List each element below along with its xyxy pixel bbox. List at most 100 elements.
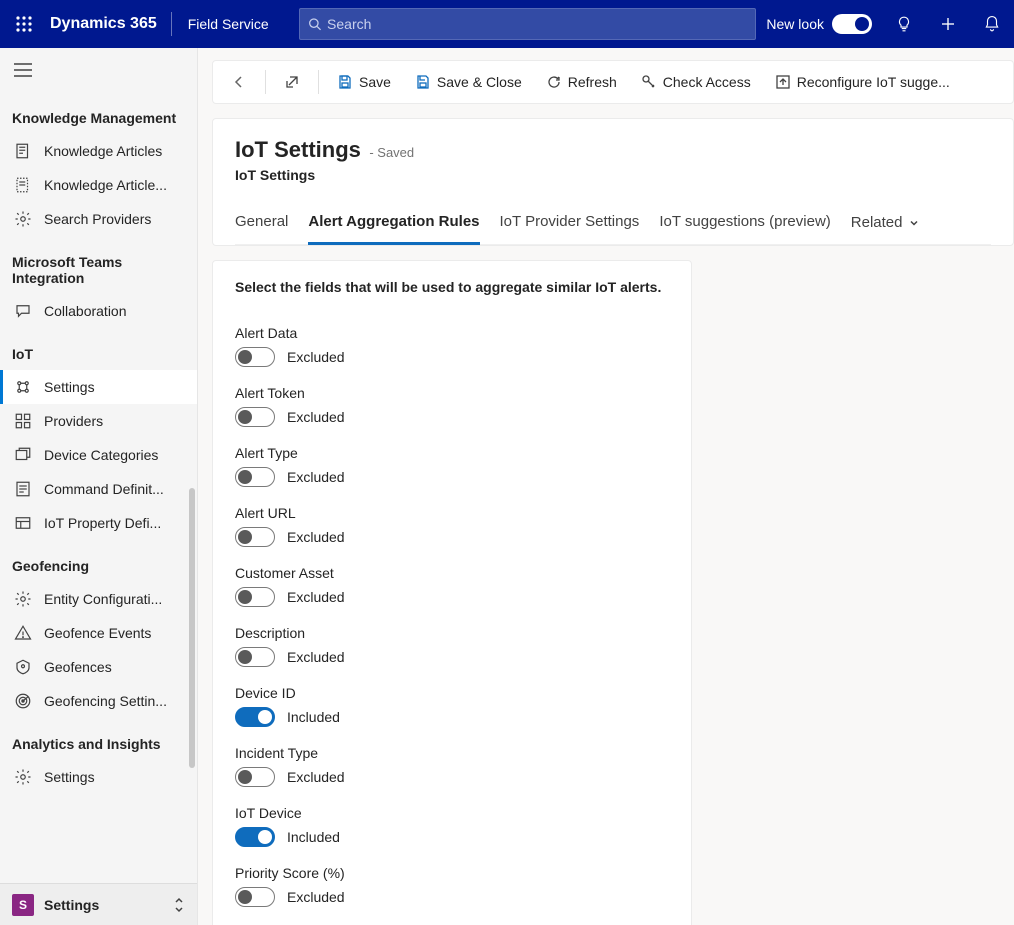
sidebar-section-title: Geofencing [0,540,197,582]
header-right: New look [756,0,1014,48]
sidebar-item[interactable]: Geofence Events [0,616,197,650]
iot-settings-icon [14,378,32,396]
plus-icon [939,15,957,33]
field-toggle[interactable] [235,707,275,727]
save-close-icon [415,74,431,90]
field-toggle[interactable] [235,407,275,427]
app-header: Dynamics 365 Field Service New look [0,0,1014,48]
field-label: Description [235,625,669,641]
area-switcher[interactable]: S Settings [0,883,197,925]
form-header-card: IoT Settings - Saved IoT Settings Genera… [212,118,1014,246]
article-icon [14,142,32,160]
save-status: - Saved [369,145,414,160]
sidebar-item[interactable]: Geofencing Settin... [0,684,197,718]
save-button[interactable]: Save [327,68,401,96]
sidebar: Knowledge Management Knowledge Articles Kn… [0,48,198,925]
tab[interactable]: IoT suggestions (preview) [659,203,830,244]
popout-button[interactable] [274,68,310,96]
app-launcher[interactable] [0,0,48,48]
brand-name[interactable]: Dynamics 365 [48,15,171,33]
sidebar-item-label: Geofencing Settin... [44,693,187,709]
sidebar-item[interactable]: Settings [0,760,197,794]
field-toggle[interactable] [235,887,275,907]
sidebar-item[interactable]: IoT Property Defi... [0,506,197,540]
aggregation-field: Alert Type Excluded [235,445,669,487]
save-icon [337,74,353,90]
refresh-button[interactable]: Refresh [536,68,627,96]
field-label: Alert URL [235,505,669,521]
sidebar-item[interactable]: Providers [0,404,197,438]
gear-icon [14,768,32,786]
form-icon [14,480,32,498]
tab[interactable]: General [235,203,288,244]
sidebar-item[interactable]: Knowledge Article... [0,168,197,202]
add-button[interactable] [926,0,970,48]
sidebar-item-label: Device Categories [44,447,187,463]
sidebar-item[interactable]: Geofences [0,650,197,684]
help-button[interactable] [882,0,926,48]
field-toggle[interactable] [235,587,275,607]
field-toggle[interactable] [235,347,275,367]
field-label: Alert Type [235,445,669,461]
sidebar-item-label: Geofences [44,659,187,675]
reconfigure-button[interactable]: Reconfigure IoT sugge... [765,68,960,96]
new-look-label: New look [766,16,824,32]
aggregation-field: Alert Token Excluded [235,385,669,427]
module-name[interactable]: Field Service [172,16,285,32]
sidebar-section-title: Microsoft Teams Integration [0,236,197,294]
geofence-icon [14,658,32,676]
sidebar-item[interactable]: Device Categories [0,438,197,472]
field-state-label: Excluded [287,889,345,905]
save-close-button[interactable]: Save & Close [405,68,532,96]
sidebar-item[interactable]: Settings [0,370,197,404]
field-toggle[interactable] [235,767,275,787]
search-input[interactable] [327,16,747,32]
field-toggle[interactable] [235,467,275,487]
tab[interactable]: IoT Provider Settings [500,203,640,244]
separator [318,70,319,94]
field-state-label: Excluded [287,769,345,785]
sidebar-item-label: Collaboration [44,303,187,319]
sidebar-scrollbar[interactable] [187,138,197,885]
field-state-label: Included [287,709,340,725]
sidebar-item-label: Knowledge Articles [44,143,187,159]
field-toggle[interactable] [235,827,275,847]
check-access-button[interactable]: Check Access [631,68,761,96]
sidebar-item[interactable]: Command Definit... [0,472,197,506]
field-toggle[interactable] [235,527,275,547]
sidebar-item[interactable]: Entity Configurati... [0,582,197,616]
popout-icon [284,74,300,90]
sidebar-section-title: Analytics and Insights [0,718,197,760]
sidebar-item-label: Providers [44,413,187,429]
notifications-button[interactable] [970,0,1014,48]
command-bar: Save Save & Close Refresh Check Access R… [212,60,1014,104]
sidebar-item-label: Knowledge Article... [44,177,187,193]
sidebar-section-title: Knowledge Management [0,92,197,134]
field-label: IoT Device [235,805,669,821]
sidebar-item[interactable]: Search Providers [0,202,197,236]
sidebar-section-title: IoT [0,328,197,370]
global-search[interactable] [299,8,757,40]
refresh-icon [546,74,562,90]
sidebar-item[interactable]: Knowledge Articles [0,134,197,168]
sidebar-item-label: Search Providers [44,211,187,227]
field-toggle[interactable] [235,647,275,667]
lightbulb-icon [895,15,913,33]
field-state-label: Excluded [287,349,345,365]
new-look-toggle[interactable]: New look [756,14,882,34]
field-state-label: Excluded [287,589,345,605]
aggregation-field: Alert URL Excluded [235,505,669,547]
tab[interactable]: Related [851,203,921,244]
field-state-label: Included [287,829,340,845]
save-close-label: Save & Close [437,74,522,90]
field-state-label: Excluded [287,469,345,485]
nav-collapse[interactable] [0,48,197,92]
tab[interactable]: Alert Aggregation Rules [308,203,479,245]
back-icon [231,74,247,90]
back-button[interactable] [221,68,257,96]
sidebar-item[interactable]: Collaboration [0,294,197,328]
field-state-label: Excluded [287,649,345,665]
new-look-switch[interactable] [832,14,872,34]
field-state-label: Excluded [287,409,345,425]
property-icon [14,514,32,532]
